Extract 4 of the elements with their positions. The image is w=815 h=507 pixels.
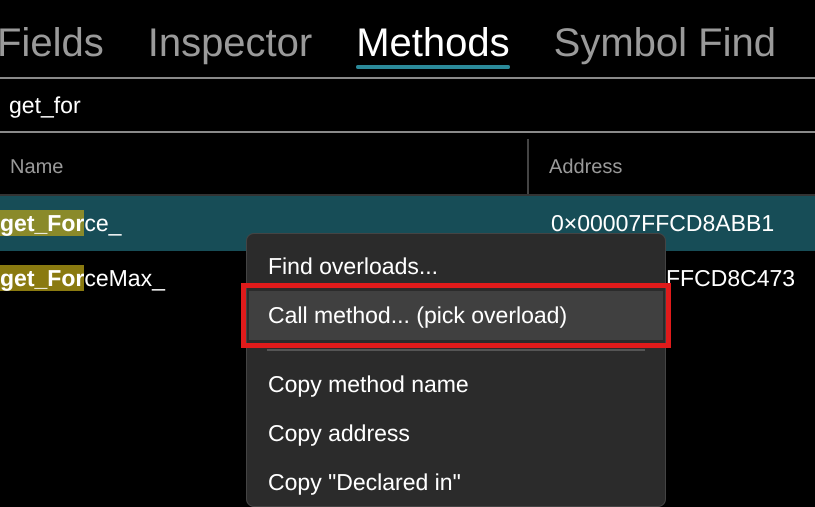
- address-text: 0×00007FFCD8ABB1: [551, 210, 774, 236]
- address-text: FFCD8C473: [666, 265, 796, 292]
- method-name: get_Force_: [0, 210, 122, 236]
- method-name: get_ForceMax_: [0, 265, 165, 292]
